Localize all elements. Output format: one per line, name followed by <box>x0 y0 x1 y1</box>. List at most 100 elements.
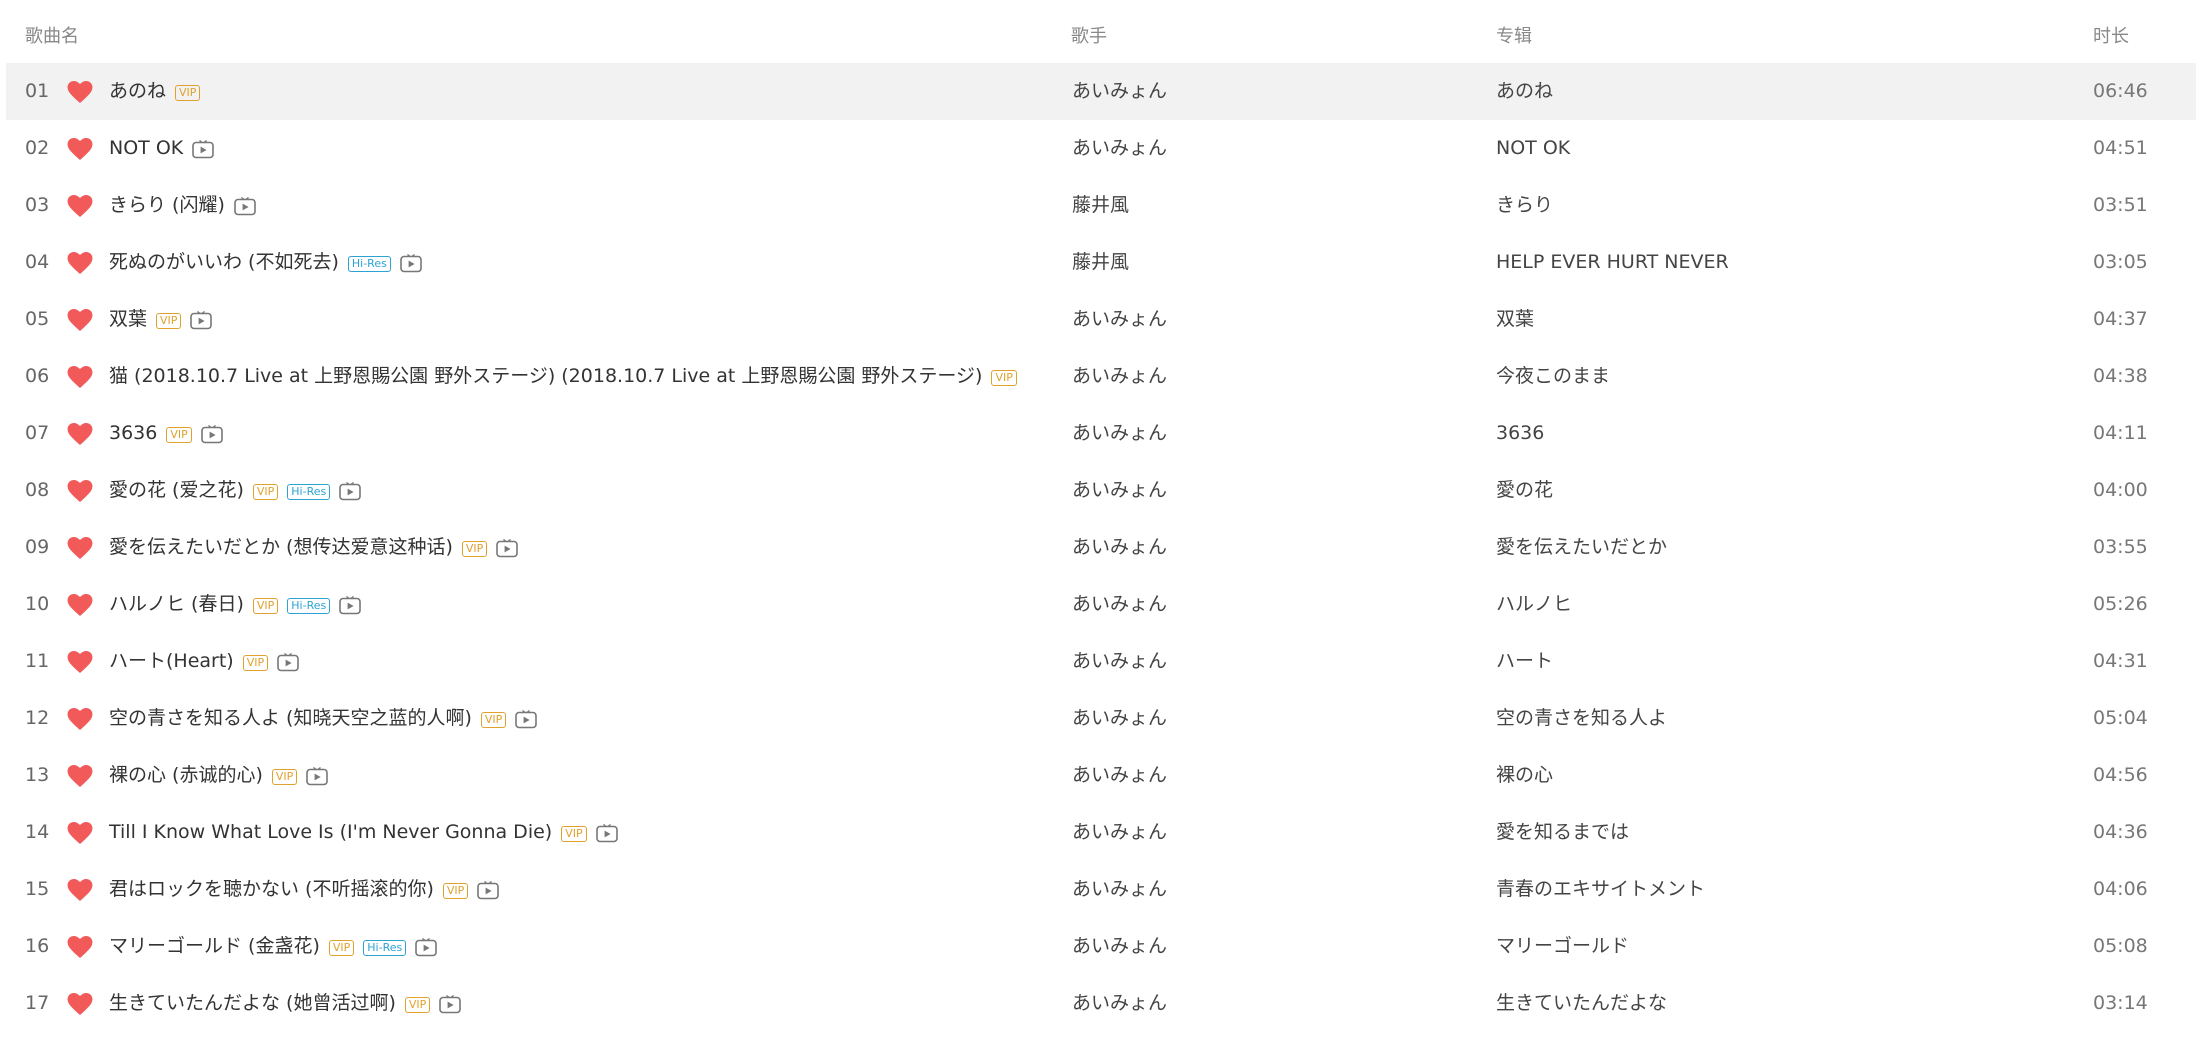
heart-icon[interactable] <box>67 536 93 560</box>
heart-icon[interactable] <box>67 878 93 902</box>
song-album[interactable]: 愛を知るまでは <box>1496 804 1629 861</box>
song-row[interactable]: 13 裸の心 (赤诚的心) VIP あいみょん 裸の心 04:56 <box>6 747 2196 804</box>
heart-icon[interactable] <box>67 992 93 1016</box>
song-row[interactable]: 15 君はロックを聴かない (不听摇滚的你) VIP あいみょん 青春のエキサイトメント… <box>6 861 2196 918</box>
song-artist[interactable]: あいみょん <box>1072 462 1167 519</box>
heart-icon[interactable] <box>67 422 93 446</box>
song-artist[interactable]: あいみょん <box>1072 861 1167 918</box>
mv-play-icon[interactable] <box>200 425 223 444</box>
song-artist[interactable]: 藤井風 <box>1072 177 1129 234</box>
song-album[interactable]: 愛の花 <box>1496 462 1553 519</box>
song-row[interactable]: 01 あのね VIP あいみょん あのね 06:46 <box>6 63 2196 120</box>
song-title[interactable]: 愛の花 (爱之花) <box>109 462 244 519</box>
song-album[interactable]: 生きていたんだよな <box>1496 975 1667 1032</box>
heart-icon[interactable] <box>67 650 93 674</box>
song-artist[interactable]: 藤井風 <box>1072 234 1129 291</box>
song-row[interactable]: 17 生きていたんだよな (她曾活过啊) VIP あいみょん 生きていたんだよな 03:1… <box>6 975 2196 1032</box>
header-album[interactable]: 专辑 <box>1496 25 1532 49</box>
song-album[interactable]: 青春のエキサイトメント <box>1496 861 1705 918</box>
song-title[interactable]: 生きていたんだよな (她曾活过啊) <box>109 975 396 1032</box>
mv-play-icon[interactable] <box>400 254 422 273</box>
song-title[interactable]: 双葉 <box>109 291 147 348</box>
song-album[interactable]: 今夜このまま <box>1496 348 1610 405</box>
heart-icon[interactable] <box>67 593 93 617</box>
song-album[interactable]: 3636 <box>1496 405 1544 462</box>
song-album[interactable]: あのね <box>1496 63 1553 120</box>
mv-play-icon[interactable] <box>306 767 329 786</box>
song-title[interactable]: 3636 <box>109 405 157 462</box>
mv-play-icon[interactable] <box>477 881 500 900</box>
song-row[interactable]: 09 愛を伝えたいだとか (想传达爱意这种话) VIP あいみょん 愛を伝えたいだとか 0… <box>6 519 2196 576</box>
song-title[interactable]: 裸の心 (赤诚的心) <box>109 747 263 804</box>
song-title[interactable]: Till I Know What Love Is (I'm Never Gonn… <box>109 804 552 861</box>
song-row[interactable]: 08 愛の花 (爱之花) VIP Hi-Res あいみょん 愛の花 04:00 <box>6 462 2196 519</box>
song-album[interactable]: 裸の心 <box>1496 747 1553 804</box>
header-duration[interactable]: 时长 <box>2093 25 2129 49</box>
heart-icon[interactable] <box>67 479 93 503</box>
song-artist[interactable]: あいみょん <box>1072 348 1167 405</box>
song-artist[interactable]: あいみょん <box>1072 63 1167 120</box>
heart-icon[interactable] <box>67 365 93 389</box>
song-title[interactable]: きらり (闪耀) <box>109 177 225 234</box>
heart-icon[interactable] <box>67 80 93 104</box>
song-artist[interactable]: あいみょん <box>1072 747 1167 804</box>
mv-play-icon[interactable] <box>496 539 519 558</box>
song-artist[interactable]: あいみょん <box>1072 633 1167 690</box>
song-title[interactable]: 死ぬのがいいわ (不如死去) <box>109 234 339 291</box>
song-artist[interactable]: あいみょん <box>1072 405 1167 462</box>
song-album[interactable]: ハート <box>1496 633 1553 690</box>
song-row[interactable]: 02 NOT OK あいみょん NOT OK 04:51 <box>6 120 2196 177</box>
song-album[interactable]: 双葉 <box>1496 291 1534 348</box>
song-row[interactable]: 05 双葉 VIP あいみょん 双葉 04:37 <box>6 291 2196 348</box>
song-row[interactable]: 04 死ぬのがいいわ (不如死去) Hi-Res 藤井風 HELP EVER HURT … <box>6 234 2196 291</box>
song-album[interactable]: きらり <box>1496 177 1553 234</box>
mv-play-icon[interactable] <box>190 311 213 330</box>
mv-play-icon[interactable] <box>192 140 215 159</box>
header-artist[interactable]: 歌手 <box>1071 25 1107 49</box>
song-title[interactable]: マリーゴールド (金盏花) <box>109 918 320 975</box>
song-album[interactable]: NOT OK <box>1496 120 1570 177</box>
song-row[interactable]: 03 きらり (闪耀) 藤井風 きらり 03:51 <box>6 177 2196 234</box>
song-title[interactable]: 猫 (2018.10.7 Live at 上野恩賜公園 野外ステージ) (201… <box>109 348 982 405</box>
song-album[interactable]: 空の青さを知る人よ <box>1496 690 1667 747</box>
mv-play-icon[interactable] <box>595 824 618 843</box>
song-title[interactable]: NOT OK <box>109 120 183 177</box>
mv-play-icon[interactable] <box>515 710 538 729</box>
heart-icon[interactable] <box>67 707 93 731</box>
song-artist[interactable]: あいみょん <box>1072 690 1167 747</box>
heart-icon[interactable] <box>67 821 93 845</box>
heart-icon[interactable] <box>67 935 93 959</box>
header-song-name[interactable]: 歌曲名 <box>25 25 79 49</box>
song-row[interactable]: 11 ハート(Heart) VIP あいみょん ハート 04:31 <box>6 633 2196 690</box>
song-row[interactable]: 16 マリーゴールド (金盏花) VIP Hi-Res あいみょん マリーゴールド 05:0… <box>6 918 2196 975</box>
heart-icon[interactable] <box>67 308 93 332</box>
mv-play-icon[interactable] <box>339 596 362 615</box>
song-artist[interactable]: あいみょん <box>1072 975 1167 1032</box>
mv-play-icon[interactable] <box>439 995 462 1014</box>
song-title[interactable]: ハート(Heart) <box>109 633 234 690</box>
song-row[interactable]: 07 3636 VIP あいみょん 3636 04:11 <box>6 405 2196 462</box>
song-album[interactable]: マリーゴールド <box>1496 918 1629 975</box>
song-artist[interactable]: あいみょん <box>1072 576 1167 633</box>
song-title[interactable]: 君はロックを聴かない (不听摇滚的你) <box>109 861 434 918</box>
song-title[interactable]: あのね <box>109 63 166 120</box>
mv-play-icon[interactable] <box>277 653 299 672</box>
song-row[interactable]: 06 猫 (2018.10.7 Live at 上野恩賜公園 野外ステージ) (2… <box>6 348 2196 405</box>
song-title[interactable]: ハルノヒ (春日) <box>109 576 244 633</box>
song-album[interactable]: ハルノヒ <box>1496 576 1572 633</box>
song-row[interactable]: 10 ハルノヒ (春日) VIP Hi-Res あいみょん ハルノヒ 05:26 <box>6 576 2196 633</box>
heart-icon[interactable] <box>67 194 93 218</box>
song-album[interactable]: HELP EVER HURT NEVER <box>1496 234 1729 291</box>
mv-play-icon[interactable] <box>339 482 362 501</box>
heart-icon[interactable] <box>67 251 93 275</box>
song-album[interactable]: 愛を伝えたいだとか <box>1496 519 1667 576</box>
song-row[interactable]: 12 空の青さを知る人よ (知晓天空之蓝的人啊) VIP あいみょん 空の青さを知る人よ… <box>6 690 2196 747</box>
heart-icon[interactable] <box>67 137 93 161</box>
song-artist[interactable]: あいみょん <box>1072 519 1167 576</box>
mv-play-icon[interactable] <box>234 197 256 216</box>
song-title[interactable]: 空の青さを知る人よ (知晓天空之蓝的人啊) <box>109 690 472 747</box>
mv-play-icon[interactable] <box>415 938 438 957</box>
song-artist[interactable]: あいみょん <box>1072 120 1167 177</box>
heart-icon[interactable] <box>67 764 93 788</box>
song-artist[interactable]: あいみょん <box>1072 804 1167 861</box>
